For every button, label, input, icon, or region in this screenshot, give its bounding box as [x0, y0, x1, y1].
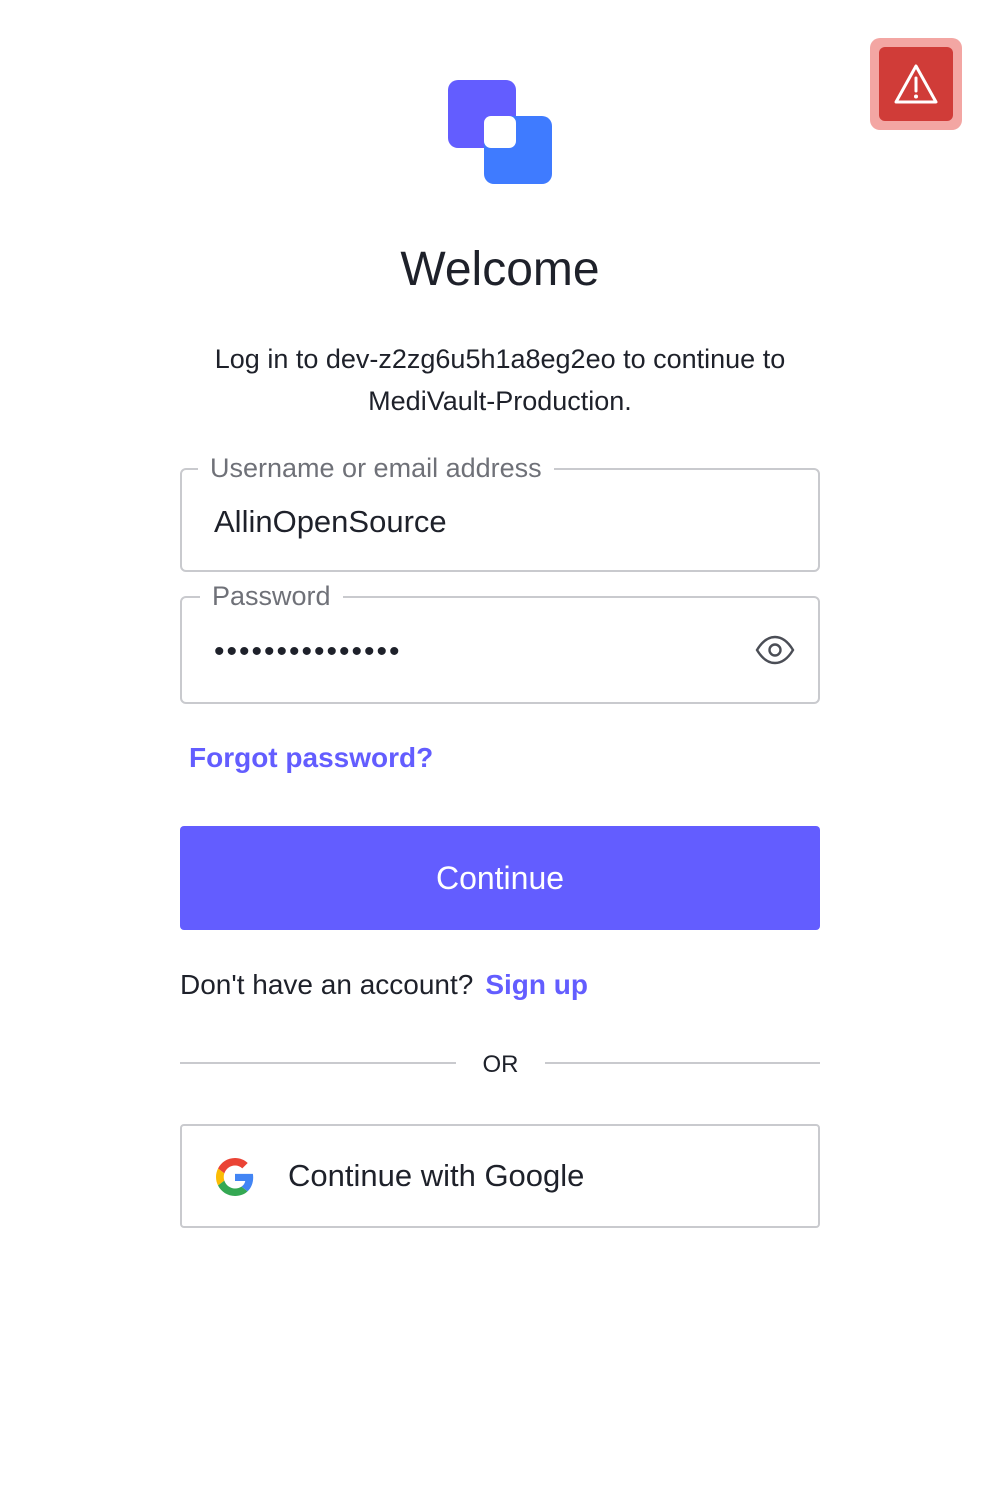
username-field[interactable]: Username or email address AllinOpenSourc… — [180, 450, 820, 572]
warning-button[interactable] — [870, 38, 962, 130]
username-label: Username or email address — [198, 450, 554, 486]
warning-button-inner — [879, 47, 953, 121]
signup-row: Don't have an account? Sign up — [180, 966, 588, 1004]
continue-with-google-label: Continue with Google — [288, 1158, 585, 1193]
divider-left — [180, 1062, 456, 1064]
page-subtitle: Log in to dev-z2zg6u5h1a8eg2eo to contin… — [214, 344, 786, 416]
signup-link[interactable]: Sign up — [485, 969, 588, 1000]
show-password-button[interactable] — [754, 632, 796, 668]
page-title: Welcome — [400, 243, 600, 296]
password-field[interactable]: Password ••••••••••••••• — [180, 578, 820, 704]
divider-or-text: OR — [482, 1051, 519, 1078]
eye-icon — [755, 635, 795, 665]
continue-button[interactable]: Continue — [180, 826, 820, 930]
continue-with-google-button[interactable]: Continue with Google — [180, 1124, 820, 1228]
password-input[interactable]: ••••••••••••••• — [214, 632, 402, 672]
divider-right — [545, 1062, 820, 1064]
password-label: Password — [200, 578, 343, 614]
signup-prompt: Don't have an account? — [180, 969, 474, 1000]
warning-triangle-icon — [894, 64, 938, 104]
username-input[interactable]: AllinOpenSource — [214, 502, 447, 542]
brand-logo-icon — [448, 80, 552, 184]
google-icon — [216, 1158, 254, 1196]
forgot-password-link[interactable]: Forgot password? — [189, 740, 433, 776]
